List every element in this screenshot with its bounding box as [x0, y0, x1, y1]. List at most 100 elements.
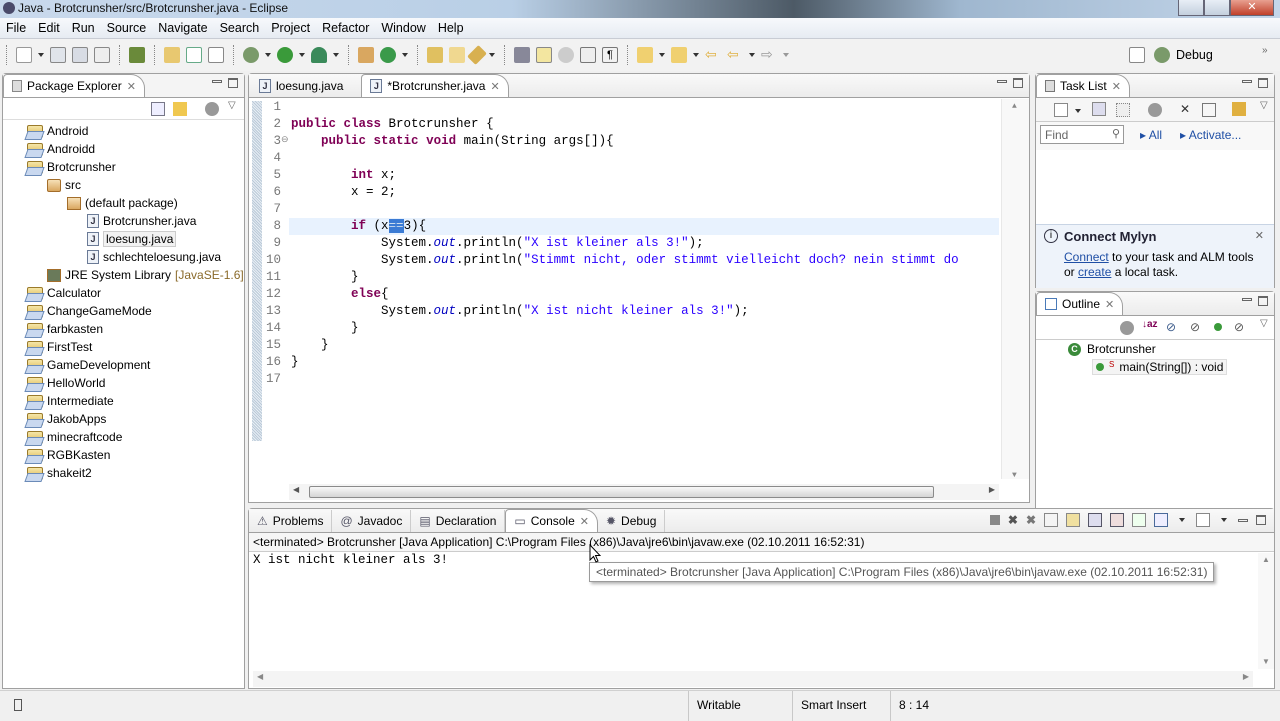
search-dropdown[interactable] — [489, 53, 495, 57]
console-vertical-scrollbar[interactable]: ▲ ▼ — [1258, 553, 1274, 669]
tab-outline[interactable]: Outline ✕ — [1036, 292, 1124, 315]
search-icon[interactable] — [467, 45, 487, 65]
code-line[interactable]: } — [291, 337, 329, 354]
editor-tab[interactable]: Jloesung.java — [251, 75, 351, 97]
display-console-dropdown[interactable] — [1179, 518, 1185, 522]
tree-item[interactable]: HelloWorld — [27, 374, 105, 392]
sort-icon[interactable]: ↓az — [1142, 319, 1158, 330]
tree-item[interactable]: Android — [27, 122, 88, 140]
synchronize-icon[interactable] — [1232, 102, 1246, 116]
tree-item[interactable]: Brotcrunsher — [27, 158, 116, 176]
tree-item[interactable]: Calculator — [27, 284, 101, 302]
run-external-tools-icon[interactable] — [311, 47, 327, 63]
close-icon[interactable]: ✕ — [1105, 298, 1114, 311]
tree-item[interactable]: Androidd — [27, 140, 95, 158]
create-link[interactable]: create — [1078, 265, 1111, 279]
menu-run[interactable]: Run — [66, 21, 101, 35]
scroll-left-icon[interactable]: ◀ — [257, 672, 263, 681]
scroll-right-icon[interactable]: ▶ — [989, 485, 995, 494]
show-whitespace-icon[interactable] — [580, 47, 596, 63]
tree-item[interactable]: GameDevelopment — [27, 356, 150, 374]
show-on-stderr-icon[interactable] — [1110, 513, 1124, 527]
tab-debug[interactable]: ✹ Debug — [598, 510, 666, 532]
menu-file[interactable]: File — [0, 21, 32, 35]
minimize-icon[interactable] — [212, 80, 222, 83]
previous-annotation-dropdown[interactable] — [693, 53, 699, 57]
code-line[interactable]: System.out.println("X ist nicht kleiner … — [291, 303, 749, 320]
new-dropdown[interactable] — [38, 53, 44, 57]
new-java-project-icon[interactable] — [164, 47, 180, 63]
minimize-icon[interactable] — [1238, 518, 1248, 522]
hide-static-icon[interactable]: ⊘ — [1190, 320, 1200, 334]
tree-item[interactable]: J Brotcrunsher.java — [87, 212, 196, 230]
code-line[interactable]: public static void main(String args[]){ — [291, 133, 614, 150]
activate-link[interactable]: ▸ Activate... — [1180, 128, 1241, 142]
tab-problems[interactable]: ⚠ Problems — [249, 510, 333, 532]
console-horizontal-scrollbar[interactable]: ◀ ▶ — [253, 671, 1253, 687]
run-dropdown[interactable] — [299, 53, 305, 57]
code-line[interactable]: } — [291, 269, 359, 286]
code-line[interactable]: if (x==3){ — [291, 218, 426, 235]
new-task-dropdown[interactable] — [1075, 109, 1081, 113]
view-menu-icon[interactable]: ▽ — [1260, 318, 1268, 329]
code-line[interactable]: } — [291, 320, 359, 337]
new-task-icon[interactable] — [1054, 103, 1068, 117]
new-icon[interactable] — [16, 47, 32, 63]
minimize-icon[interactable] — [1242, 80, 1252, 83]
close-icon[interactable]: ✕ — [490, 80, 499, 93]
tree-item[interactable]: FirstTest — [27, 338, 92, 356]
fold-icon[interactable]: ⊖ — [281, 135, 289, 145]
forward-icon[interactable]: ⇨ — [761, 47, 777, 63]
maximize-icon[interactable] — [1256, 515, 1266, 525]
menu-search[interactable]: Search — [214, 21, 266, 35]
remove-all-launches-icon[interactable]: ✖ — [1026, 513, 1036, 527]
editor-horizontal-scrollbar[interactable]: ◀ ▶ — [289, 484, 999, 500]
collapse-all-icon[interactable] — [151, 102, 165, 116]
maximize-icon[interactable] — [1258, 78, 1268, 88]
minimize-icon[interactable] — [1242, 298, 1252, 301]
code-line[interactable]: public class Brotcrunsher { — [291, 116, 494, 133]
hide-nonpublic-icon[interactable] — [1214, 323, 1222, 331]
scroll-up-icon[interactable]: ▲ — [1012, 102, 1017, 111]
last-edit-location-icon[interactable]: ⇦ — [705, 47, 721, 63]
maximize-icon[interactable] — [228, 78, 238, 88]
hide-local-types-icon[interactable]: ⊘ — [1234, 320, 1244, 334]
scroll-down-icon[interactable]: ▼ — [1262, 657, 1270, 666]
scheduled-icon[interactable] — [1116, 103, 1130, 117]
filter-all-link[interactable]: ▸ All — [1140, 128, 1162, 142]
tree-item[interactable]: (default package) — [67, 194, 178, 212]
menu-refactor[interactable]: Refactor — [316, 21, 375, 35]
tree-item[interactable]: Jloesung.java — [87, 230, 177, 248]
collapse-icon[interactable]: ✕ — [1180, 102, 1190, 116]
code-line[interactable]: System.out.println("X ist kleiner als 3!… — [291, 235, 704, 252]
external-tools-dropdown[interactable] — [333, 53, 339, 57]
open-task-icon[interactable] — [449, 47, 465, 63]
save-icon[interactable] — [50, 47, 66, 63]
toggle-breadcrumb-icon[interactable] — [514, 47, 530, 63]
menu-navigate[interactable]: Navigate — [152, 21, 213, 35]
android-sdk-icon[interactable] — [129, 47, 145, 63]
print-icon[interactable] — [94, 47, 110, 63]
tree-item[interactable]: RGBKasten — [27, 446, 110, 464]
display-console-icon[interactable] — [1154, 513, 1168, 527]
tree-item[interactable]: farbkasten — [27, 320, 103, 338]
debug-perspective-icon[interactable] — [1154, 47, 1170, 63]
tree-item[interactable]: ChangeGameMode — [27, 302, 152, 320]
code-editor[interactable]: 1 2 public class Brotcrunsher {3 public st… — [249, 99, 1029, 480]
code-line[interactable]: int x; — [291, 167, 396, 184]
find-input[interactable]: Find ⚲ — [1040, 125, 1124, 144]
tree-item[interactable]: JakobApps — [27, 410, 106, 428]
open-console-icon[interactable] — [1196, 513, 1210, 527]
categorized-icon[interactable] — [1092, 102, 1106, 116]
scrollbar-thumb[interactable] — [309, 486, 934, 498]
menu-project[interactable]: Project — [265, 21, 316, 35]
more-perspectives-icon[interactable]: » — [1262, 45, 1268, 56]
fast-view-icon[interactable] — [14, 699, 22, 711]
focus-on-active-task-icon[interactable] — [205, 102, 219, 116]
tab-package-explorer[interactable]: Package Explorer ✕ — [3, 74, 145, 97]
back-dropdown[interactable] — [749, 53, 755, 57]
debug-icon[interactable] — [243, 47, 259, 63]
terminate-icon[interactable] — [989, 515, 1000, 525]
close-icon[interactable]: ✕ — [127, 80, 136, 93]
view-menu-icon[interactable]: ▽ — [1260, 100, 1268, 111]
